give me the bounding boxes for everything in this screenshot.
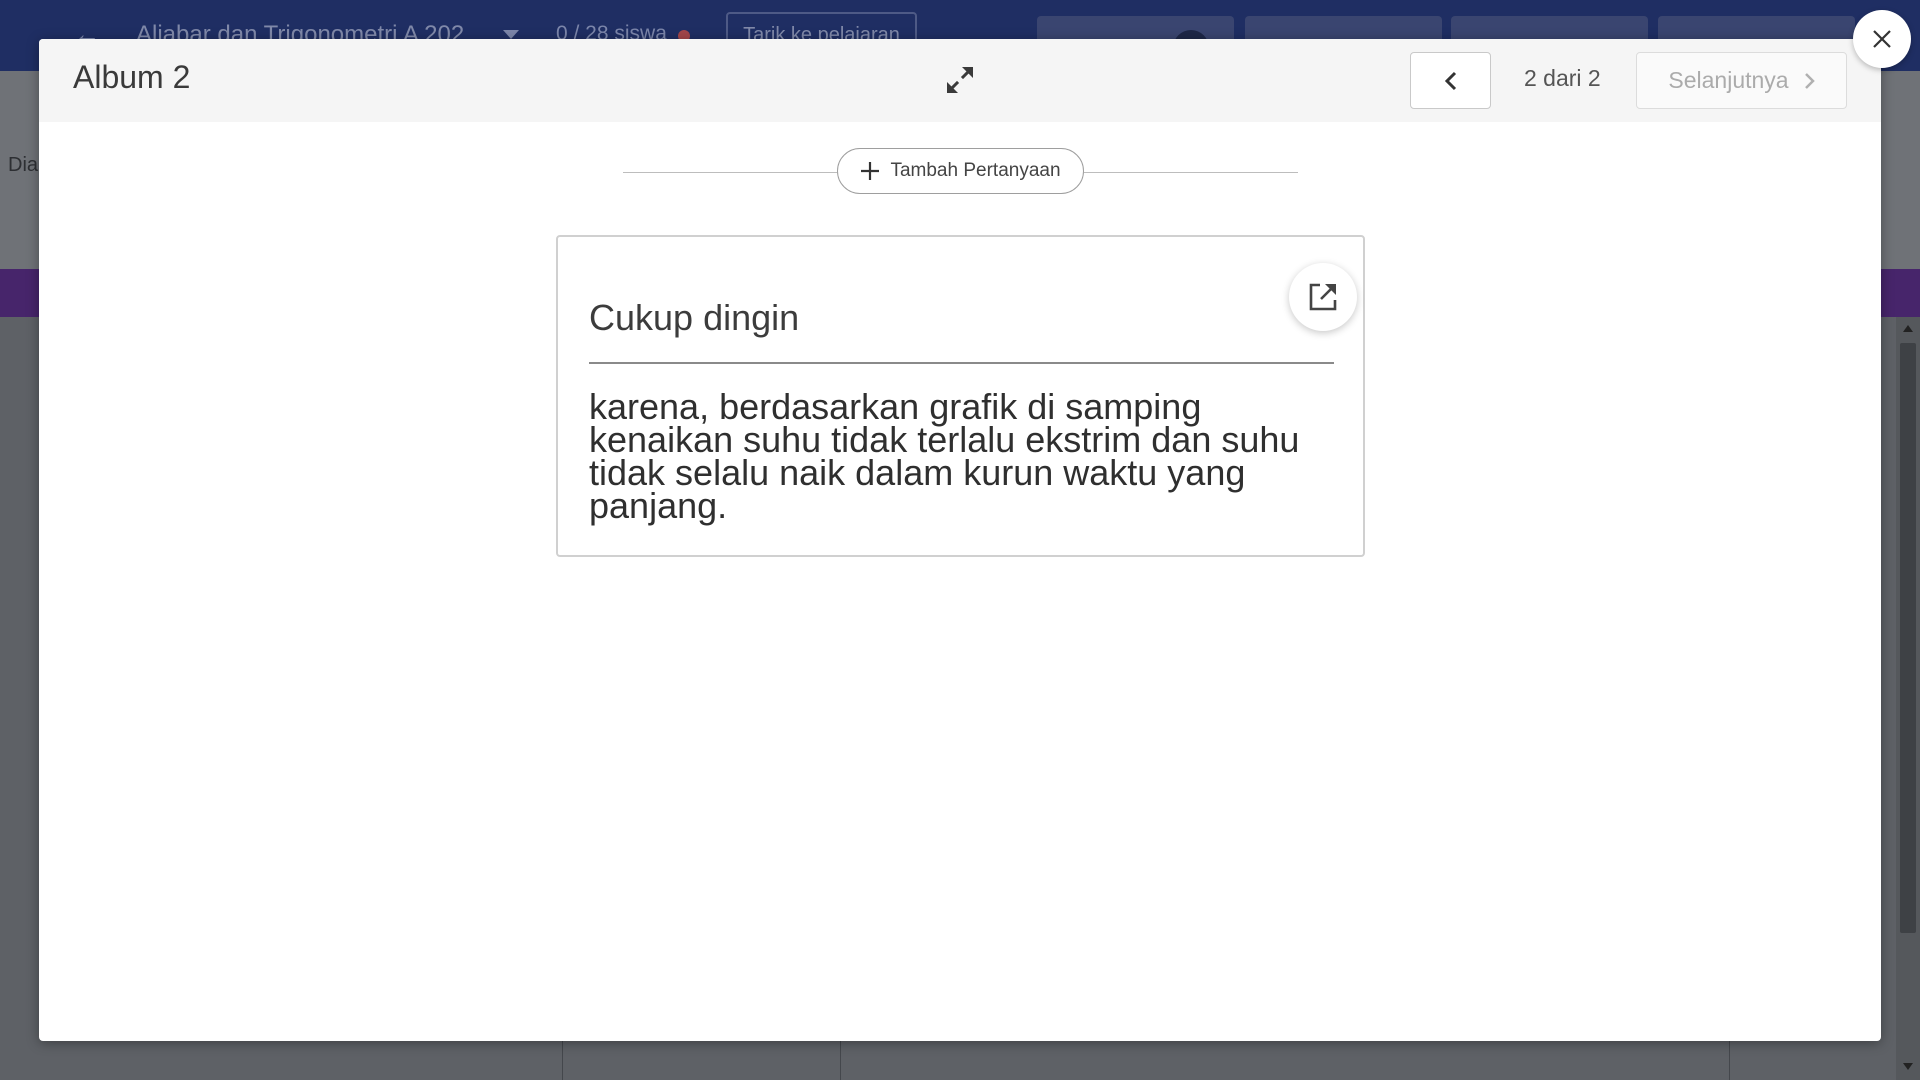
add-question-button[interactable]: Tambah Pertanyaan: [837, 148, 1084, 194]
response-card: Cukup dingin karena, berdasarkan grafik …: [556, 235, 1365, 557]
divider-left: [623, 172, 837, 173]
caret-down-icon[interactable]: [503, 30, 519, 39]
modal-header: Album 2 2 dari 2 Selanjutnya: [39, 39, 1881, 122]
modal-title: Album 2: [73, 59, 191, 95]
card-body: karena, berdasarkan grafik di samping ke…: [589, 386, 1300, 526]
album-modal: Album 2 2 dari 2 Selanjutnya Tambah Pert…: [39, 39, 1881, 1041]
card-heading: Cukup dingin: [589, 297, 800, 338]
divider: [562, 1040, 563, 1080]
divider-right: [1084, 172, 1298, 173]
scroll-up-icon[interactable]: [1903, 325, 1913, 332]
chevron-left-icon: [1444, 71, 1456, 90]
plus-icon: [861, 162, 880, 180]
chevron-right-icon: [1804, 72, 1815, 89]
side-text: Dia: [8, 154, 39, 176]
page-indicator: 2 dari 2: [1524, 65, 1601, 91]
divider: [1729, 1040, 1730, 1080]
scroll-down-icon[interactable]: [1903, 1063, 1913, 1070]
close-modal-button[interactable]: [1853, 10, 1911, 68]
close-icon: [1873, 30, 1891, 48]
scrollbar-thumb[interactable]: [1900, 343, 1916, 933]
card-divider: [589, 362, 1334, 364]
expand-icon[interactable]: [943, 63, 977, 97]
next-button-label: Selanjutnya: [1668, 67, 1789, 93]
open-external-button[interactable]: [1289, 263, 1357, 331]
divider: [840, 1040, 841, 1080]
add-question-label: Tambah Pertanyaan: [890, 160, 1061, 181]
external-link-icon: [1309, 283, 1337, 311]
page-scrollbar[interactable]: [1896, 317, 1920, 1080]
previous-button[interactable]: [1410, 52, 1491, 109]
next-button[interactable]: Selanjutnya: [1636, 52, 1847, 109]
